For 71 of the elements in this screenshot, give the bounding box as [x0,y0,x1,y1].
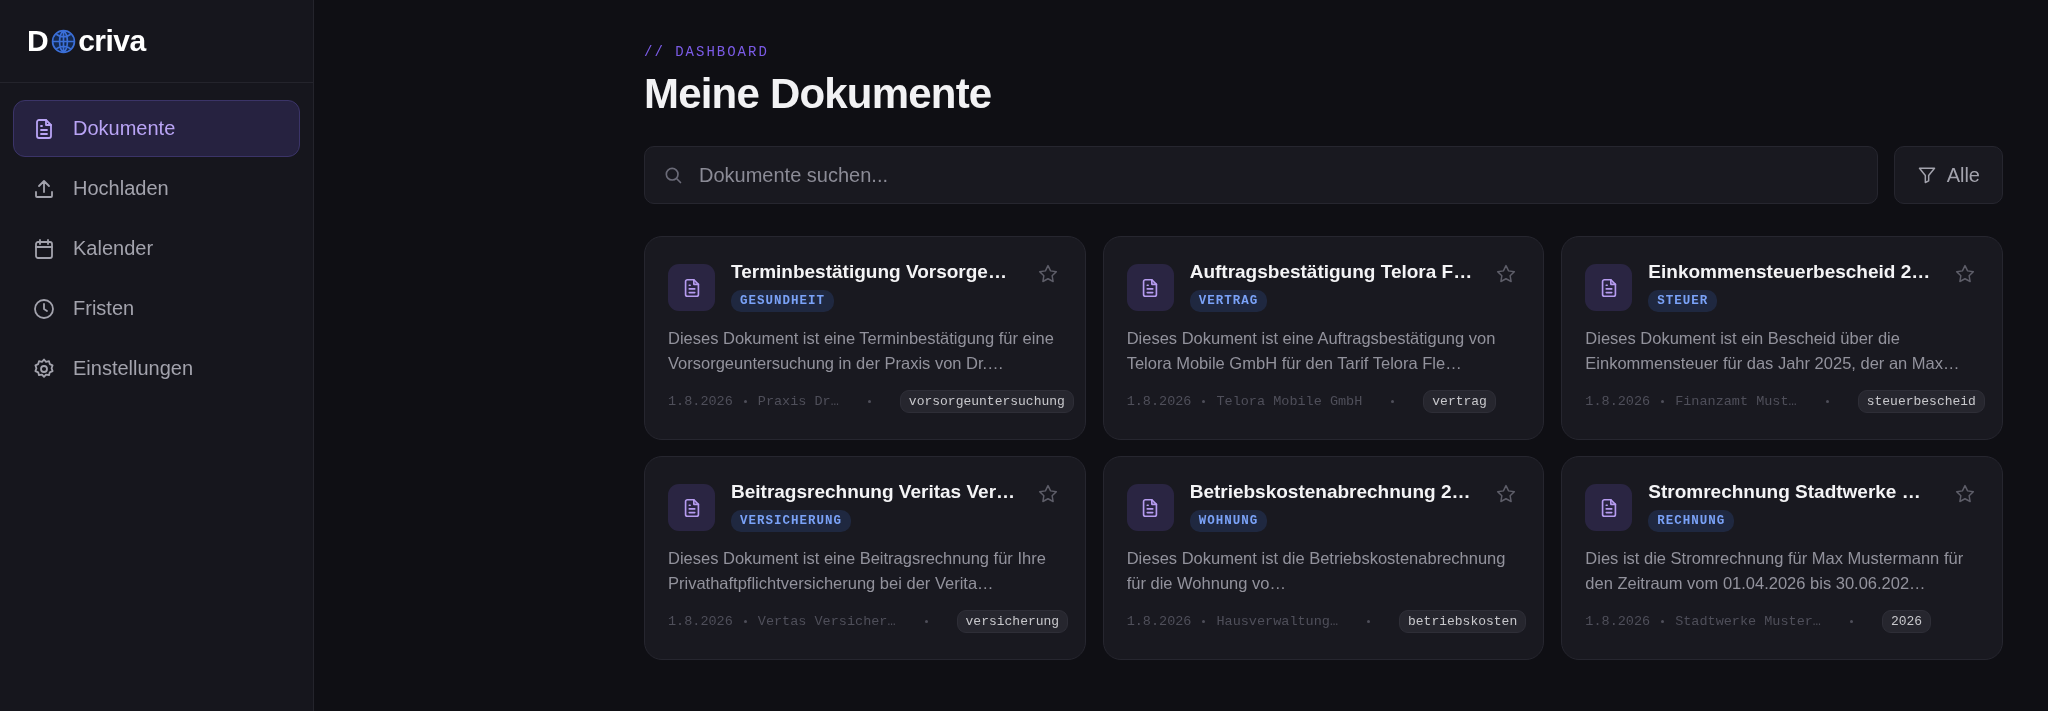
document-date: 1.8.2026 [668,394,733,409]
document-card[interactable]: Auftragsbestätigung Telora F… VERTRAG Dieses Dokument ist eine Auftragsbestätigung von Telora Mobile GmbH für den Tarif Telora Fle… 1.8.2026 Telora Mobile GmbH vertrag [1102,236,1545,440]
document-card[interactable]: Beitragsrechnung Veritas Ver… VERSICHERUNG Dieses Dokument ist eine Beitragsrechnung für Ihre Privathaftpflichtversicherung bei der Verita… 1.8.2026 Vertas Versicher… versicherung [644,456,1086,660]
document-card[interactable]: Terminbestätigung Vorsorge… GESUNDHEIT Dieses Dokument ist eine Terminbestätigung für eine Vorsorgeuntersuchung in der Praxis von Dr.… 1.8.2026 Praxis Dr… vorsorgeuntersuchung [644,236,1086,440]
document-title: Auftragsbestätigung Telora F… [1189,261,1474,283]
star-icon[interactable] [1954,483,1976,505]
document-date: 1.8.2026 [1585,394,1651,409]
sidebar-item[interactable]: Fristen [13,280,300,337]
settings-icon [32,356,56,381]
category-badge: VERSICHERUNG [731,510,851,532]
search-icon [663,165,683,185]
page-title: Meine Dokumente [644,70,993,118]
document-date: 1.8.2026 [1126,614,1192,629]
document-source: Finanzamt Must… [1675,394,1797,409]
breadcrumb-label: // DASHBOARD [644,44,770,60]
star-icon[interactable] [1495,263,1518,285]
tag-chip: versicherung [956,610,1069,633]
document-icon [1585,484,1633,531]
document-icon [668,264,715,311]
category-badge: STEUER [1648,290,1718,312]
star-icon[interactable] [1495,483,1518,505]
sidebar-item[interactable]: Dokumente [13,100,300,157]
document-source: Hausverwaltung… [1216,614,1338,629]
tag-chip: 2026 [1881,610,1932,633]
document-description: Dieses Dokument ist eine Terminbestätigung für eine Vorsorgeuntersuchung in der Praxis von Dr.… [668,328,1055,374]
sidebar-item[interactable]: Einstellungen [13,340,300,397]
logo-text: criva [78,24,146,58]
globe-icon [51,28,77,54]
document-source: Stadtwerke Muster… [1675,614,1821,629]
document-card[interactable]: Stromrechnung Stadtwerke … RECHNUNG Dies ist die Stromrechnung für Max Mustermann für den Zeitraum vom 01.04.2026 bis 30.06.202… 1.8.2026 Stadtwerke Muster… 2026 [1561,456,2003,660]
document-icon [668,484,715,531]
category-badge: VERTRAG [1189,290,1268,312]
document-date: 1.8.2026 [668,614,733,629]
tag-chip: steuerbescheid [1857,390,1985,413]
document-description: Dieses Dokument ist ein Bescheid über die Einkommensteuer für das Jahr 2025, der an Max… [1585,328,1961,374]
clock-icon [32,296,56,321]
tag-chip: betriebskosten [1399,610,1527,633]
document-title: Einkommensteuerbescheid 2… [1648,261,1932,283]
category-badge: WOHNUNG [1189,510,1268,532]
document-date: 1.8.2026 [1585,614,1651,629]
document-title: Beitragsrechnung Veritas Ver… [731,481,1017,503]
document-description: Dieses Dokument ist eine Beitragsrechnung für Ihre Privathaftpflichtversicherung bei der Verita… [668,548,1047,594]
star-icon[interactable] [1036,483,1059,505]
document-description: Dieses Dokument ist eine Auftragsbestätigung von Telora Mobile GmbH für den Tarif Telora Fle… [1126,328,1497,374]
document-card[interactable]: Betriebskostenabrechnung 2… WOHNUNG Dieses Dokument ist die Betriebskostenabrechnung für die Wohnung vo… 1.8.2026 Hausverwaltung… betriebskosten [1102,456,1545,660]
document-source: Telora Mobile GmbH [1216,394,1363,409]
sidebar-item[interactable]: Hochladen [13,160,300,217]
calendar-icon [32,236,56,261]
document-source: Praxis Dr… [757,394,839,409]
document-card[interactable]: Einkommensteuerbescheid 2… STEUER Dieses Dokument ist ein Bescheid über die Einkommensteuer für das Jahr 2025, der an Max… 1.8.2026 Finanzamt Must… steuerbescheid [1561,236,2003,440]
document-description: Dieses Dokument ist die Betriebskostenabrechnung für die Wohnung vo… [1126,548,1507,594]
filter-icon [1916,165,1937,185]
tag-chip: vertrag [1423,390,1496,413]
star-icon[interactable] [1036,263,1059,285]
document-title: Stromrechnung Stadtwerke … [1648,481,1922,503]
sidebar-item[interactable]: Kalender [13,220,300,277]
document-icon [1126,484,1174,531]
document-icon [1126,264,1174,311]
category-badge: RECHNUNG [1648,510,1735,532]
document-description: Dies ist die Stromrechnung für Max Mustermann für den Zeitraum vom 01.04.2026 bis 30.06.202… [1585,548,1965,594]
category-badge: GESUNDHEIT [731,290,834,312]
document-icon [1585,264,1633,311]
tag-chip: vorsorgeuntersuchung [899,390,1074,413]
star-icon[interactable] [1954,263,1976,285]
document-title: Terminbestätigung Vorsorge… [731,261,1008,283]
document-title: Betriebskostenabrechnung 2… [1189,481,1472,503]
search-field[interactable]: Dokumente suchen... [644,146,1878,204]
document-source: Vertas Versicher… [757,614,896,629]
filter-button[interactable]: Alle [1893,146,2003,204]
document-date: 1.8.2026 [1126,394,1192,409]
logo-text: D [27,24,49,58]
